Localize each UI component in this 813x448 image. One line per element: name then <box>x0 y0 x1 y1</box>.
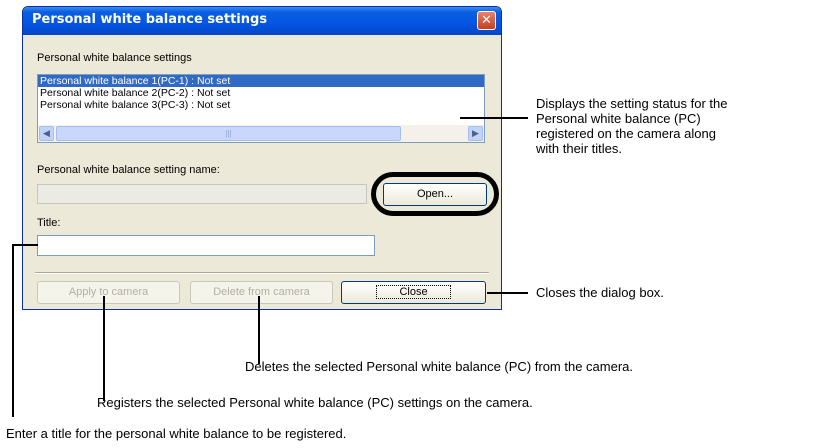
close-callout-text: Closes the dialog box. <box>536 285 664 300</box>
title-input[interactable] <box>37 235 375 256</box>
delete-callout-text: Deletes the selected Personal white bala… <box>245 359 634 374</box>
apply-callout-text: Registers the selected Personal white ba… <box>97 395 533 410</box>
setting-name-label: Personal white balance setting name: <box>37 164 220 176</box>
separator <box>35 272 489 274</box>
title-bar[interactable]: Personal white balance settings ✕ <box>23 7 501 35</box>
apply-callout-line <box>103 296 105 401</box>
scroll-left-icon[interactable]: ◀ <box>39 126 54 141</box>
list-item[interactable]: Personal white balance 3(PC-3) : Not set <box>38 99 484 111</box>
white-balance-listbox[interactable]: Personal white balance 1(PC-1) : Not set… <box>37 74 485 143</box>
setting-name-field <box>37 184 367 204</box>
close-button-label: Close <box>376 285 451 299</box>
delete-button-label: Delete from camera <box>213 286 310 298</box>
close-icon[interactable]: ✕ <box>477 11 496 30</box>
list-callout-text: Displays the setting status for the Pers… <box>536 96 728 156</box>
apply-button-label: Apply to camera <box>68 286 149 298</box>
close-callout-line <box>487 292 528 294</box>
open-button-highlight-oval <box>371 172 499 216</box>
scroll-grip-icon: ||| <box>225 129 232 138</box>
title-label: Title: <box>37 217 61 229</box>
title-callout-line-v <box>12 244 14 417</box>
close-button[interactable]: Close <box>341 281 486 304</box>
dialog-title: Personal white balance settings <box>32 12 268 27</box>
title-callout-text: Enter a title for the personal white bal… <box>6 426 347 441</box>
horizontal-scrollbar[interactable]: ◀ ||| ▶ <box>38 125 484 142</box>
scroll-thumb[interactable]: ||| <box>56 126 401 141</box>
delete-callout-line <box>258 296 260 364</box>
personal-white-balance-dialog: Personal white balance settings ✕ Person… <box>22 6 502 310</box>
scroll-right-icon[interactable]: ▶ <box>468 126 483 141</box>
list-callout-line <box>460 117 528 119</box>
list-item[interactable]: Personal white balance 2(PC-2) : Not set <box>38 87 484 99</box>
title-callout-line-h <box>12 244 38 246</box>
apply-to-camera-button[interactable]: Apply to camera <box>37 281 180 304</box>
group-label: Personal white balance settings <box>37 52 192 64</box>
delete-from-camera-button[interactable]: Delete from camera <box>190 281 333 304</box>
list-item[interactable]: Personal white balance 1(PC-1) : Not set <box>38 75 484 87</box>
